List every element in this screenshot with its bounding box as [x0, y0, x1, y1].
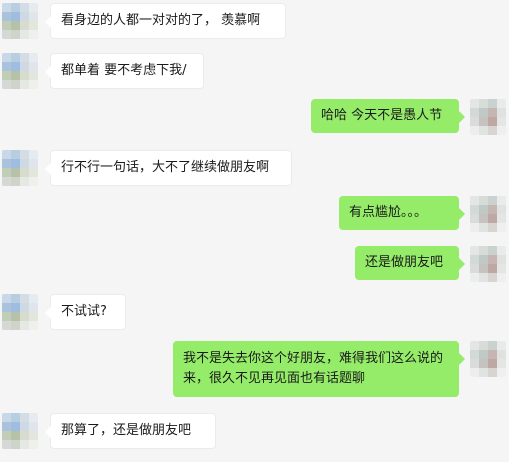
contact-avatar[interactable] — [2, 3, 38, 39]
message-bubble[interactable]: 我不是失去你这个好朋友，难得我们这么说的来，很久不见再见面也有话题聊 — [173, 341, 465, 397]
chat-window: 看身边的人都一对对的了， 羡慕啊 都单着 要不考虑下我/ 哈哈 今天不是愚人节 … — [0, 0, 509, 462]
message-bubble[interactable]: 有点尴尬。。。 — [339, 196, 465, 230]
contact-avatar[interactable] — [2, 53, 38, 89]
message-bubble[interactable]: 不试试? — [45, 294, 126, 330]
user-avatar[interactable] — [470, 341, 506, 377]
contact-avatar[interactable] — [2, 150, 38, 186]
contact-avatar[interactable] — [2, 413, 38, 449]
message-bubble[interactable]: 看身边的人都一对对的了， 羡慕啊 — [45, 3, 286, 39]
message-bubble[interactable]: 哈哈 今天不是愚人节 — [311, 99, 465, 133]
message-bubble[interactable]: 都单着 要不考虑下我/ — [45, 53, 204, 89]
message-bubble[interactable]: 还是做朋友吧 — [355, 246, 465, 280]
contact-avatar[interactable] — [2, 294, 38, 330]
user-avatar[interactable] — [470, 196, 506, 232]
message-bubble[interactable]: 那算了，还是做朋友吧 — [45, 413, 216, 449]
message-bubble[interactable]: 行不行一句话，大不了继续做朋友啊 — [45, 150, 292, 186]
user-avatar[interactable] — [470, 99, 506, 135]
user-avatar[interactable] — [470, 246, 506, 282]
